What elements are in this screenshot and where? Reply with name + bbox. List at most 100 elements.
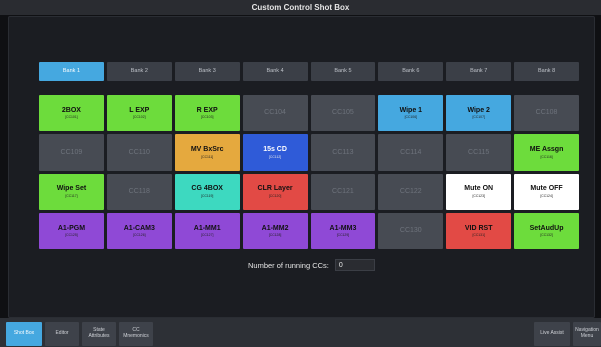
cc-button[interactable]: CC113 xyxy=(310,134,376,171)
tab-shot-box[interactable]: Shot Box xyxy=(6,322,42,346)
bank-tab[interactable]: Bank 6 xyxy=(378,62,444,81)
cc-button[interactable]: Wipe 2 [CC107] xyxy=(446,95,512,132)
cc-button[interactable]: CLR Layer [CC120] xyxy=(242,173,308,210)
cc-button-label: CC105 xyxy=(332,109,354,117)
cc-button-label: A1-CAM3 xyxy=(123,224,155,232)
cc-button[interactable]: CG 4BOX [CC119] xyxy=(174,173,240,210)
cc-button-code: [CC128] xyxy=(268,233,282,238)
cc-button-code: [CC106] xyxy=(404,115,418,120)
cc-button-label: 2BOX xyxy=(61,106,81,114)
running-ccs-label: Number of running CCs: xyxy=(248,260,329,270)
cc-button[interactable]: CC109 xyxy=(39,134,104,171)
bank-tab[interactable]: Bank 5 xyxy=(310,62,376,81)
cc-button-label: CC110 xyxy=(128,148,150,156)
cc-button[interactable]: Mute ON [CC123] xyxy=(446,173,512,210)
running-ccs: Number of running CCs: 0 xyxy=(248,259,375,271)
window-title: Custom Control Shot Box xyxy=(0,0,601,15)
cc-button[interactable]: Mute OFF [CC124] xyxy=(514,173,579,210)
cc-button-code: [CC123] xyxy=(472,193,485,198)
cc-button-code: [CC102] xyxy=(133,115,146,120)
cc-button[interactable]: SetAudUp [CC132] xyxy=(514,212,579,249)
cc-button-code: [CC111] xyxy=(201,154,214,159)
cc-button-code: [CC116] xyxy=(540,154,553,159)
cc-button-label: Wipe 2 xyxy=(467,106,490,114)
cc-button-label: 15s CD xyxy=(263,146,287,154)
cc-button[interactable]: A1-MM1 [CC127] xyxy=(174,212,240,249)
tab-live-assist[interactable]: Live Assist xyxy=(534,322,570,346)
bank-tab[interactable]: Bank 4 xyxy=(242,62,308,81)
cc-button-label: L EXP xyxy=(129,106,150,114)
tab-navigation-menu[interactable]: Navigation Menu xyxy=(573,322,601,346)
bank-tab[interactable]: Bank 1 xyxy=(39,62,104,81)
cc-button[interactable]: ME Assgn [CC116] xyxy=(514,134,579,171)
cc-button-label: CC121 xyxy=(332,187,354,195)
bank-tab[interactable]: Bank 7 xyxy=(446,62,512,81)
cc-button[interactable]: CC108 xyxy=(514,95,579,132)
cc-button-code: [CC107] xyxy=(472,115,485,120)
cc-button[interactable]: Wipe 1 [CC106] xyxy=(378,95,444,132)
cc-button-label: VID RST xyxy=(464,224,493,232)
cc-button-label: Mute ON xyxy=(464,185,494,193)
cc-button-label: A1-MM3 xyxy=(329,224,357,232)
cc-button-code: [CC127] xyxy=(200,233,214,238)
cc-button-label: SetAudUp xyxy=(529,224,564,232)
cc-button-label: CC104 xyxy=(264,109,286,117)
cc-button-label: ME Assgn xyxy=(529,146,564,154)
tab-state-attributes[interactable]: State Attributes xyxy=(82,322,116,346)
cc-button-code: [CC103] xyxy=(200,115,214,120)
cc-button[interactable]: CC122 xyxy=(378,173,444,210)
tab-editor[interactable]: Editor xyxy=(45,322,79,346)
cc-button[interactable]: CC130 xyxy=(378,212,444,249)
cc-button-code: [CC112] xyxy=(268,154,282,159)
bank-tab[interactable]: Bank 2 xyxy=(106,62,172,81)
cc-button[interactable]: 2BOX [CC101] xyxy=(39,95,104,132)
bank-tab[interactable]: Bank 3 xyxy=(174,62,240,81)
bank-tab[interactable]: Bank 8 xyxy=(514,62,579,81)
cc-button[interactable]: CC121 xyxy=(310,173,376,210)
cc-button[interactable]: CC118 xyxy=(106,173,172,210)
cc-button-code: [CC101] xyxy=(65,115,78,120)
cc-button[interactable]: L EXP [CC102] xyxy=(106,95,172,132)
cc-button[interactable]: R EXP [CC103] xyxy=(174,95,240,132)
cc-button-label: CLR Layer xyxy=(257,185,293,193)
cc-button-code: [CC117] xyxy=(65,193,78,198)
cc-button-grid: 2BOX [CC101] L EXP [CC102] R EXP [CC103] CC104… xyxy=(39,95,579,249)
cc-button[interactable]: CC104 xyxy=(242,95,308,132)
cc-button[interactable]: 15s CD [CC112] xyxy=(242,134,308,171)
cc-button[interactable]: A1-PGM [CC125] xyxy=(39,212,104,249)
cc-button-label: CC109 xyxy=(60,148,83,156)
cc-button-code: [CC132] xyxy=(540,233,553,238)
cc-button[interactable]: CC115 xyxy=(446,134,512,171)
cc-button-label: A1-MM1 xyxy=(193,224,221,232)
cc-button-label: CC118 xyxy=(128,187,150,195)
cc-button[interactable]: MV BxSrc [CC111] xyxy=(174,134,240,171)
cc-button[interactable]: VID RST [CC131] xyxy=(446,212,512,249)
cc-button-code: [CC131] xyxy=(472,233,485,238)
cc-button-label: CG 4BOX xyxy=(191,185,223,193)
cc-button-label: R EXP xyxy=(196,106,218,114)
cc-button-code: [CC119] xyxy=(201,193,214,198)
cc-button-label: MV BxSrc xyxy=(190,146,224,154)
cc-button-code: [CC126] xyxy=(133,233,146,238)
cc-button-label: CC113 xyxy=(332,148,354,156)
cc-button[interactable]: Wipe Set [CC117] xyxy=(39,173,104,210)
cc-button-label: CC114 xyxy=(400,148,422,156)
cc-button[interactable]: A1-MM3 [CC129] xyxy=(310,212,376,249)
cc-button[interactable]: CC105 xyxy=(310,95,376,132)
cc-button[interactable]: A1-CAM3 [CC126] xyxy=(106,212,172,249)
cc-button-label: CC130 xyxy=(399,227,422,235)
cc-button-code: [CC129] xyxy=(336,233,350,238)
cc-button-code: [CC124] xyxy=(540,193,553,198)
running-ccs-value: 0 xyxy=(334,259,375,271)
tab-cc-mnemonics[interactable]: CC Mnemonics xyxy=(119,322,153,346)
cc-button[interactable]: A1-MM2 [CC128] xyxy=(242,212,308,249)
cc-button-code: [CC125] xyxy=(65,233,78,238)
cc-button[interactable]: CC110 xyxy=(106,134,172,171)
cc-button-label: CC108 xyxy=(535,109,558,117)
bank-selector: Bank 1 Bank 2 Bank 3 Bank 4 Bank 5 Bank … xyxy=(39,62,579,81)
cc-button-label: Wipe 1 xyxy=(399,106,423,114)
cc-button[interactable]: CC114 xyxy=(378,134,444,171)
cc-button-label: Wipe Set xyxy=(56,185,87,193)
cc-button-label: Mute OFF xyxy=(530,185,563,193)
cc-button-label: A1-MM2 xyxy=(261,224,289,232)
